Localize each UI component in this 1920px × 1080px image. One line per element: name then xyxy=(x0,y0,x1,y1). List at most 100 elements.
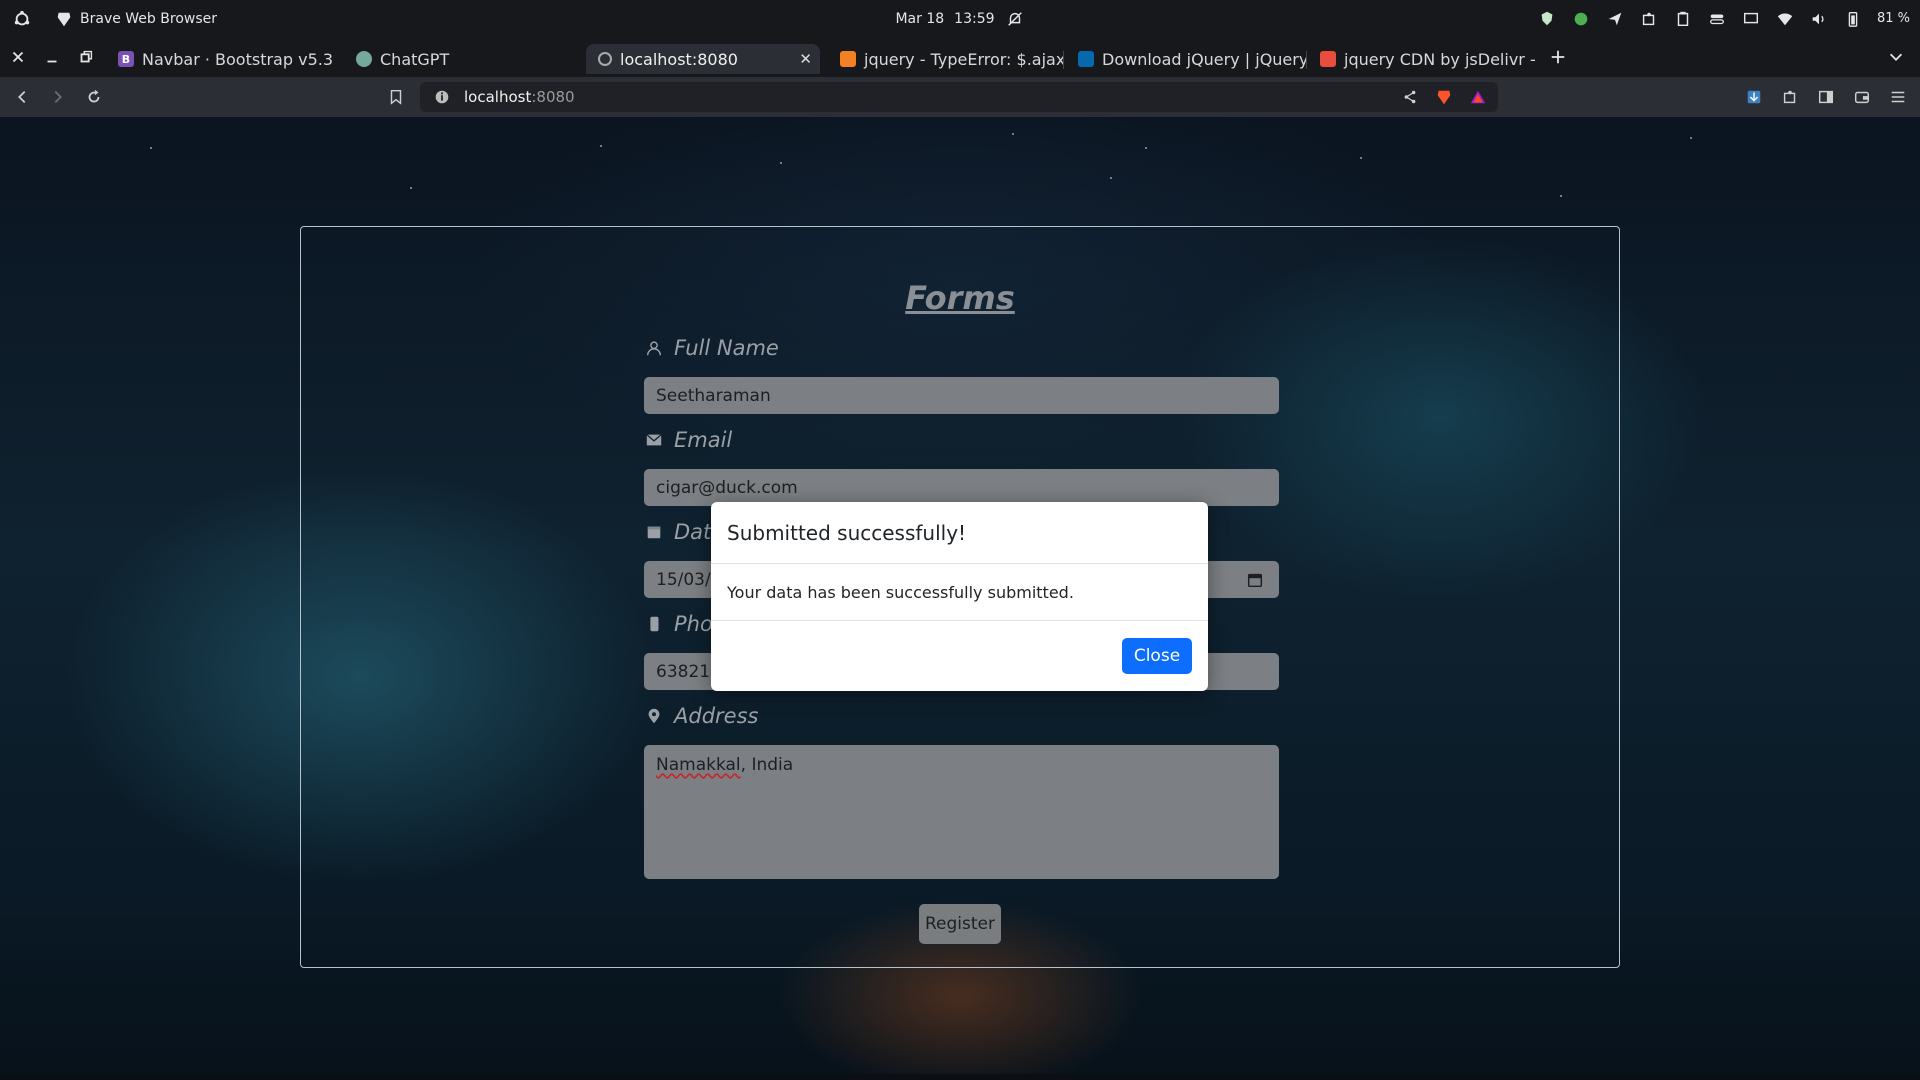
full-name-input[interactable]: Seetharaman xyxy=(644,377,1279,414)
clipboard-tray-icon[interactable] xyxy=(1673,9,1693,29)
phone-icon xyxy=(644,614,664,634)
url-text: localhost:8080 xyxy=(464,88,575,106)
clock-time: 13:59 xyxy=(954,10,995,27)
tab-label: ChatGPT xyxy=(380,49,450,69)
vpn-tray-icon[interactable] xyxy=(1571,9,1591,29)
toggle-tray-icon[interactable] xyxy=(1707,9,1727,29)
tab-label: jquery CDN by jsDelivr - A xyxy=(1344,49,1536,69)
chatgpt-favicon-icon xyxy=(356,51,372,67)
full-name-label-text: Full Name xyxy=(674,336,779,360)
date-label-text: Dat xyxy=(674,520,712,544)
new-tab-icon[interactable] xyxy=(1548,47,1568,67)
jquery-favicon-icon xyxy=(1078,51,1094,67)
tab-jquery-typeerror[interactable]: jquery - TypeError: $.ajax xyxy=(828,44,1064,74)
minimize-window-icon[interactable] xyxy=(42,47,62,67)
address-rest: , India xyxy=(740,755,794,775)
download-icon[interactable] xyxy=(1744,87,1764,107)
close-window-icon[interactable] xyxy=(8,47,28,67)
bookmark-icon[interactable] xyxy=(386,87,406,107)
restore-window-icon[interactable] xyxy=(76,47,96,67)
tab-localhost[interactable]: localhost:8080 ✕ xyxy=(586,44,820,74)
calendar-icon xyxy=(644,522,664,542)
screen-cast-icon[interactable] xyxy=(1741,9,1761,29)
email-label: Email xyxy=(644,428,732,452)
tab-jsdelivr[interactable]: jquery CDN by jsDelivr - A xyxy=(1308,44,1536,74)
date-label: Dat xyxy=(644,520,711,544)
star xyxy=(1360,157,1362,159)
star xyxy=(410,187,412,189)
star xyxy=(1012,133,1014,135)
wifi-icon[interactable] xyxy=(1775,9,1795,29)
tab-label: Navbar · Bootstrap v5.3 xyxy=(142,49,334,69)
battery-percent: 81 % xyxy=(1876,11,1910,26)
star xyxy=(780,162,782,164)
volume-icon[interactable] xyxy=(1809,9,1829,29)
tab-label: Download jQuery | jQuery xyxy=(1102,49,1306,69)
tab-download-jquery[interactable]: Download jQuery | jQuery xyxy=(1066,44,1306,74)
tab-label: jquery - TypeError: $.ajax xyxy=(864,49,1064,69)
sidebar-icon[interactable] xyxy=(1816,87,1836,107)
close-button[interactable]: Close xyxy=(1122,638,1192,674)
url-port: :8080 xyxy=(531,88,575,106)
close-tab-icon[interactable]: ✕ xyxy=(799,50,812,68)
date-picker-icon[interactable] xyxy=(1245,570,1265,590)
modal-message: Your data has been successfully submitte… xyxy=(711,564,1208,621)
tab-bar: B Navbar · Bootstrap v5.3 ChatGPT localh… xyxy=(0,37,1920,77)
site-info-icon[interactable] xyxy=(432,87,452,107)
tab-separator xyxy=(1306,51,1307,69)
tab-list-chevron-icon[interactable] xyxy=(1886,47,1906,67)
stackoverflow-favicon-icon xyxy=(840,51,856,67)
back-icon[interactable] xyxy=(12,87,32,107)
extension-tray-icon[interactable] xyxy=(1639,9,1659,29)
reload-icon[interactable] xyxy=(84,87,104,107)
extensions-icon[interactable] xyxy=(1780,87,1800,107)
wallet-icon[interactable] xyxy=(1852,87,1872,107)
app-name: Brave Web Browser xyxy=(80,10,217,27)
form-title: Forms xyxy=(905,279,1015,317)
share-icon[interactable] xyxy=(1400,87,1420,107)
page-bottom-edge xyxy=(0,1074,1920,1080)
app-title[interactable]: Brave Web Browser xyxy=(54,9,217,29)
globe-favicon-icon xyxy=(598,52,612,66)
star xyxy=(150,147,152,149)
battery-icon[interactable] xyxy=(1843,9,1863,29)
location-pin-icon xyxy=(644,706,664,726)
star xyxy=(1690,137,1692,139)
menu-icon[interactable] xyxy=(1888,87,1908,107)
email-label-text: Email xyxy=(674,428,733,452)
bootstrap-favicon-icon: B xyxy=(118,51,134,67)
phone-label-text: Pho xyxy=(674,612,713,636)
success-modal: Submitted successfully! Your data has be… xyxy=(711,502,1208,691)
brave-rewards-icon[interactable] xyxy=(1468,87,1488,107)
address-misspelled-word: Namakkal xyxy=(656,755,741,775)
phone-label: Pho xyxy=(644,612,713,636)
star xyxy=(1145,147,1147,149)
send-tray-icon[interactable] xyxy=(1605,9,1625,29)
user-icon xyxy=(644,338,664,358)
star xyxy=(1110,177,1112,179)
tab-navbar-bootstrap[interactable]: B Navbar · Bootstrap v5.3 xyxy=(106,44,334,74)
address-label: Address xyxy=(644,704,758,728)
modal-title: Submitted successfully! xyxy=(711,502,1208,564)
tab-label: localhost:8080 xyxy=(620,49,738,69)
system-top-bar: Brave Web Browser Mar 18 13:59 81 % xyxy=(0,0,1920,37)
tab-separator xyxy=(1063,51,1064,69)
url-bar[interactable]: localhost:8080 xyxy=(420,82,1498,112)
email-input[interactable]: cigar@duck.com xyxy=(644,469,1279,506)
jsdelivr-favicon-icon xyxy=(1320,51,1336,67)
notifications-muted-icon xyxy=(1005,9,1025,29)
envelope-icon xyxy=(644,430,664,450)
star xyxy=(600,145,602,147)
tab-chatgpt[interactable]: ChatGPT xyxy=(344,44,574,74)
address-textarea[interactable]: Namakkal, India xyxy=(644,745,1279,879)
full-name-label: Full Name xyxy=(644,336,779,360)
url-host: localhost xyxy=(464,88,532,106)
address-label-text: Address xyxy=(674,704,759,728)
brave-lion-icon xyxy=(54,9,74,29)
clock-date: Mar 18 xyxy=(895,10,945,27)
register-button[interactable]: Register xyxy=(919,904,1001,944)
shield-tray-icon[interactable] xyxy=(1537,9,1557,29)
activities-icon[interactable] xyxy=(12,9,32,29)
forward-icon[interactable] xyxy=(48,87,68,107)
brave-shields-icon[interactable] xyxy=(1434,87,1454,107)
